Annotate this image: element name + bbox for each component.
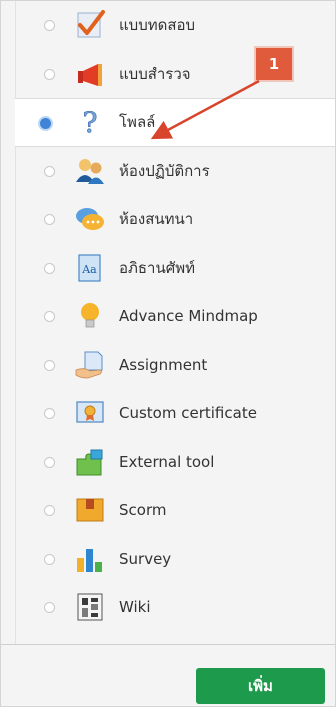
module-label: ห้องปฏิบัติการ bbox=[119, 161, 210, 180]
module-option-9[interactable]: Custom certificate bbox=[15, 389, 335, 438]
module-label: Advance Mindmap bbox=[119, 307, 258, 326]
module-label: โพลล์ bbox=[119, 113, 156, 132]
glossary-book-icon: Aa bbox=[74, 253, 106, 283]
radio-button[interactable] bbox=[44, 262, 55, 274]
radio-button[interactable] bbox=[44, 602, 55, 614]
module-option-8[interactable]: Assignment bbox=[15, 341, 335, 390]
module-label: Survey bbox=[119, 549, 172, 568]
radio-button[interactable] bbox=[44, 505, 55, 517]
quiz-checkmark-icon bbox=[74, 10, 106, 40]
radio-button[interactable] bbox=[44, 408, 55, 420]
annotation-callout: 1 bbox=[254, 46, 294, 82]
svg-text:?: ? bbox=[82, 107, 97, 137]
module-label: Scorm bbox=[119, 501, 167, 520]
module-label: Wiki bbox=[119, 598, 151, 617]
module-option-10[interactable]: External tool bbox=[15, 438, 335, 487]
module-option-7[interactable]: Advance Mindmap bbox=[15, 292, 335, 341]
radio-button[interactable] bbox=[44, 359, 55, 371]
workshop-people-icon bbox=[74, 156, 106, 186]
radio-button[interactable] bbox=[44, 553, 55, 565]
add-button[interactable]: เพิ่ม bbox=[196, 668, 325, 704]
radio-button[interactable] bbox=[44, 165, 55, 177]
module-option-12[interactable]: Survey bbox=[15, 535, 335, 584]
chat-bubble-icon bbox=[74, 204, 106, 234]
radio-button[interactable] bbox=[44, 20, 55, 32]
module-label: ห้องสนทนา bbox=[119, 210, 194, 229]
module-label: External tool bbox=[119, 452, 215, 471]
module-option-5[interactable]: ห้องสนทนา bbox=[15, 195, 335, 244]
certificate-ribbon-icon bbox=[74, 398, 106, 428]
scorm-package-icon bbox=[74, 495, 106, 525]
module-label: Custom certificate bbox=[119, 404, 257, 423]
chooser-footer: เพิ่ม bbox=[1, 644, 335, 706]
radio-button[interactable] bbox=[44, 214, 55, 226]
radio-button[interactable] bbox=[44, 311, 55, 323]
svg-text:Aa: Aa bbox=[81, 263, 97, 276]
module-option-13[interactable]: Wiki bbox=[15, 583, 335, 632]
mindmap-lightbulb-icon bbox=[74, 301, 106, 331]
activity-chooser: แบบทดสอบ แบบสำรวจ? โพลล์ ห้องปฏิบัติการ ห้อง… bbox=[0, 0, 336, 707]
wiki-pages-icon bbox=[74, 592, 106, 622]
scroll-track[interactable] bbox=[1, 1, 16, 644]
module-label: Assignment bbox=[119, 355, 208, 374]
module-option-3[interactable]: ? โพลล์ bbox=[15, 98, 335, 147]
module-list: แบบทดสอบ แบบสำรวจ? โพลล์ ห้องปฏิบัติการ ห้อง… bbox=[15, 1, 335, 644]
feedback-megaphone-icon bbox=[74, 59, 106, 89]
choice-question-mark-icon: ? bbox=[74, 106, 106, 140]
module-option-4[interactable]: ห้องปฏิบัติการ bbox=[15, 147, 335, 196]
assignment-hand-document-icon bbox=[74, 350, 106, 380]
module-option-1[interactable]: แบบทดสอบ bbox=[15, 1, 335, 50]
external-tool-puzzle-icon bbox=[74, 447, 106, 477]
survey-bar-chart-icon bbox=[74, 544, 106, 574]
radio-selected[interactable] bbox=[38, 116, 53, 132]
module-label: แบบสำรวจ bbox=[119, 64, 191, 83]
module-label: แบบทดสอบ bbox=[119, 16, 196, 35]
radio-button[interactable] bbox=[44, 68, 55, 80]
module-option-11[interactable]: Scorm bbox=[15, 486, 335, 535]
module-label: อภิธานศัพท์ bbox=[119, 258, 196, 277]
radio-button[interactable] bbox=[44, 456, 55, 468]
module-option-6[interactable]: Aa อภิธานศัพท์ bbox=[15, 244, 335, 293]
